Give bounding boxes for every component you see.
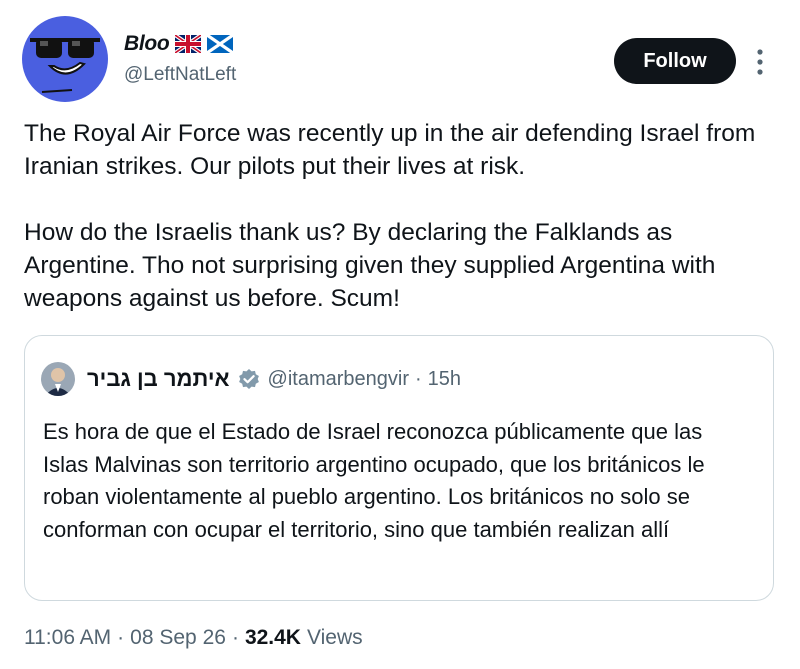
quoted-tweet[interactable]: איתמר בן גביר @itamarbengvir · 15h Es ho… xyxy=(24,335,774,601)
tweet-time[interactable]: 11:06 AM xyxy=(24,626,111,650)
separator-dot: · xyxy=(117,626,125,649)
quoted-text: Es hora de que el Estado de Israel recon… xyxy=(43,419,705,542)
separator-dot: · xyxy=(231,626,239,649)
views-count: 32.4K xyxy=(244,626,301,649)
author-name-block: Bloo @LeftNatLeft xyxy=(124,30,236,86)
tweet-paragraph: How do the Israelis thank us? By declari… xyxy=(24,219,716,312)
quoted-timestamp[interactable]: 15h xyxy=(428,368,461,391)
quoted-handle: @itamarbengvir xyxy=(267,367,409,390)
tweet: Bloo @LeftNatLeft Follow The Royal Air F… xyxy=(0,0,800,669)
scotland-flag-icon xyxy=(206,33,235,55)
author-handle[interactable]: @LeftNatLeft xyxy=(124,64,236,86)
tweet-text: The Royal Air Force was recently up in t… xyxy=(24,117,774,315)
tweet-meta: 11:06 AM · 08 Sep 26 · 32.4K Views xyxy=(24,626,363,650)
author-display-name[interactable]: Bloo xyxy=(124,32,170,56)
quoted-tweet-header: איתמר בן גביר @itamarbengvir · 15h xyxy=(41,362,461,396)
tweet-date[interactable]: 08 Sep 26 xyxy=(130,626,226,650)
views-label: Views xyxy=(306,626,363,649)
tweet-paragraph: The Royal Air Force was recently up in t… xyxy=(24,120,756,180)
verified-badge-icon xyxy=(238,368,260,390)
avatar[interactable] xyxy=(22,16,108,102)
uk-flag-icon xyxy=(174,33,203,55)
separator-dot: · xyxy=(415,367,422,390)
quoted-display-name: איתמר בן גביר xyxy=(87,366,230,391)
quoted-avatar xyxy=(41,362,75,396)
tweet-header: Bloo @LeftNatLeft Follow xyxy=(22,16,782,106)
more-vertical-icon[interactable] xyxy=(750,46,770,78)
follow-button[interactable]: Follow xyxy=(614,38,736,84)
